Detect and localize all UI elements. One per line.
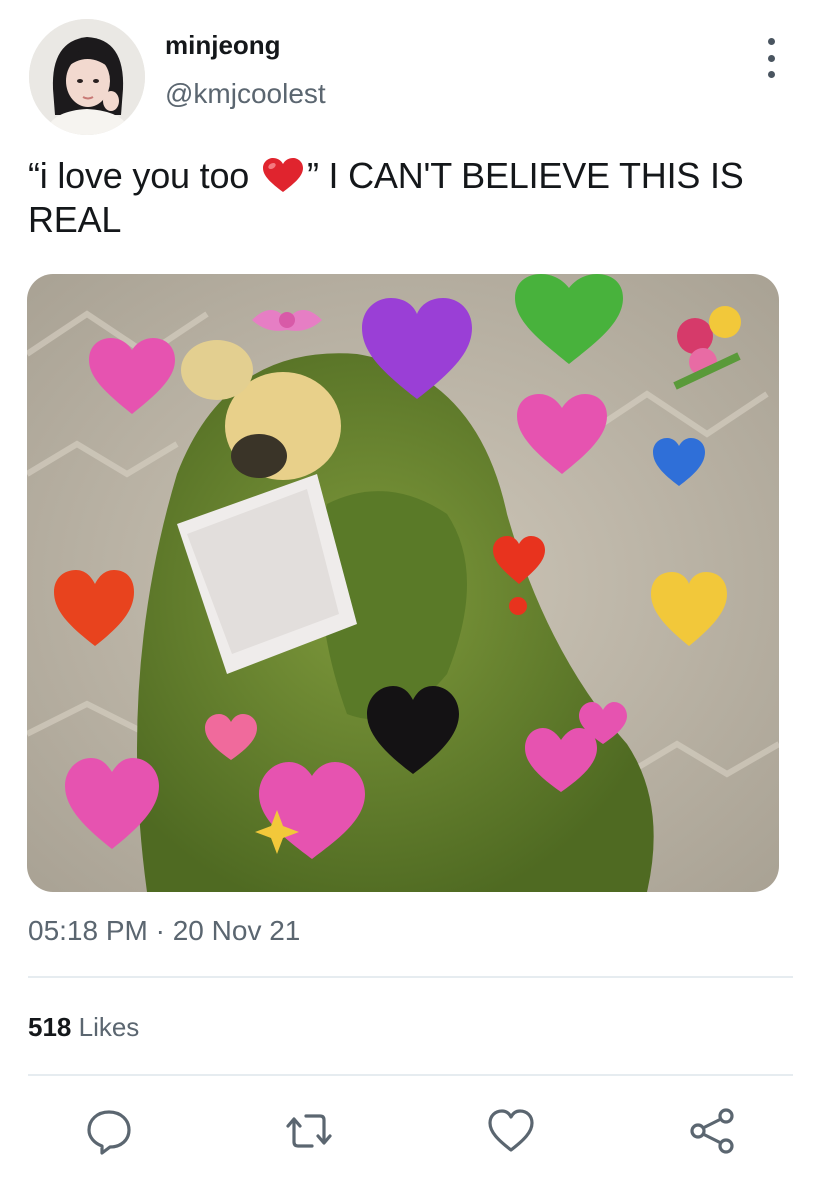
tweet-timestamp[interactable]: 05:18 PM · 20 Nov 21 — [28, 915, 300, 947]
reply-icon — [87, 1110, 131, 1155]
red-heart-emoji-icon — [262, 158, 303, 192]
divider — [28, 1074, 793, 1076]
retweet-button[interactable] — [284, 1106, 334, 1156]
heart-icon — [488, 1109, 534, 1152]
likes-stat[interactable]: 518 Likes — [28, 1012, 139, 1043]
tweet-media-image[interactable] — [27, 274, 779, 892]
likes-label: Likes — [71, 1012, 140, 1042]
kermit-hearts-image — [27, 274, 779, 892]
avatar-photo — [29, 19, 145, 135]
share-icon — [690, 1108, 734, 1154]
avatar[interactable] — [29, 19, 145, 135]
likes-count: 518 — [28, 1012, 72, 1042]
display-name[interactable]: minjeong — [165, 30, 281, 61]
more-options-icon[interactable] — [756, 38, 786, 78]
retweet-icon — [286, 1114, 332, 1148]
like-button[interactable] — [486, 1106, 536, 1156]
share-button[interactable] — [688, 1106, 738, 1156]
tweet-text: “i love you too ” I CAN'T BELIEVE THIS I… — [28, 154, 798, 242]
tweet-text-before: “i love you too — [28, 155, 259, 196]
divider — [28, 976, 793, 978]
reply-button[interactable] — [84, 1106, 134, 1156]
user-handle[interactable]: @kmjcoolest — [165, 78, 326, 110]
